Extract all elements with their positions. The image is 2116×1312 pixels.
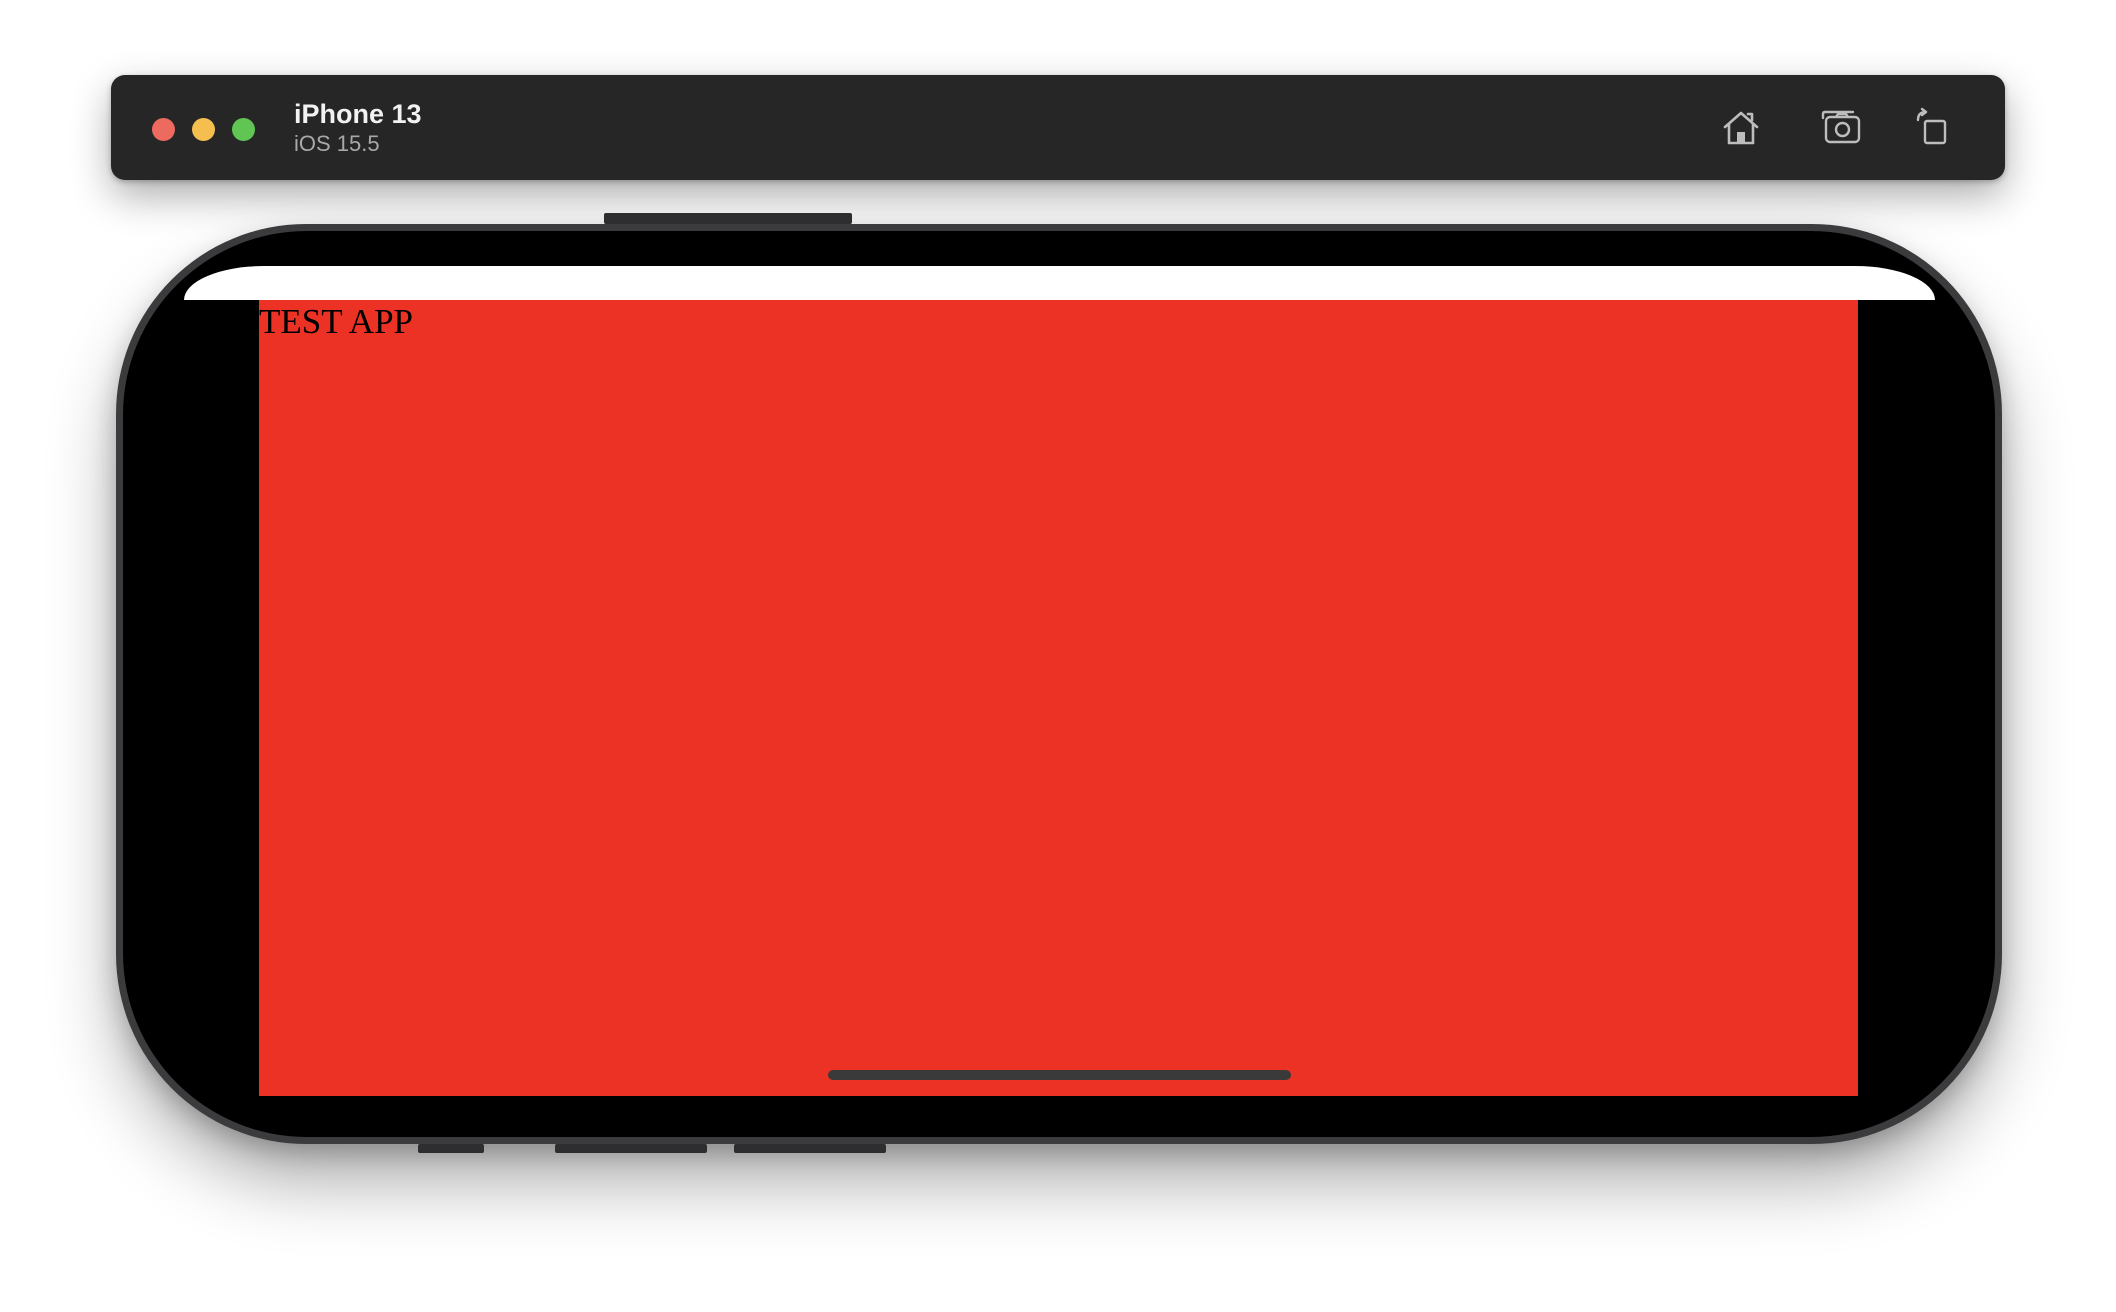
app-view[interactable]: TEST APP [259,300,1858,1096]
rotate-icon [1916,107,1947,145]
screenshot-button[interactable] [1817,105,1865,151]
home-icon [1723,111,1759,145]
volume-down-button [734,1144,886,1153]
minimize-window-button[interactable] [192,118,215,141]
device-name: iPhone 13 [294,99,422,129]
volume-up-button [555,1144,707,1153]
zoom-window-button[interactable] [232,118,255,141]
home-button[interactable] [1717,105,1765,151]
power-button [604,213,852,224]
app-title: TEST APP [259,302,413,341]
close-window-button[interactable] [152,118,175,141]
status-bar [184,266,1935,300]
screenshot-icon [1821,110,1861,144]
silent-switch [418,1144,484,1153]
home-indicator[interactable] [828,1070,1291,1080]
os-version: iOS 15.5 [294,131,380,156]
simulator-toolbar: iPhone 13 iOS 15.5 [111,75,2005,180]
rotate-button[interactable] [1907,105,1955,151]
